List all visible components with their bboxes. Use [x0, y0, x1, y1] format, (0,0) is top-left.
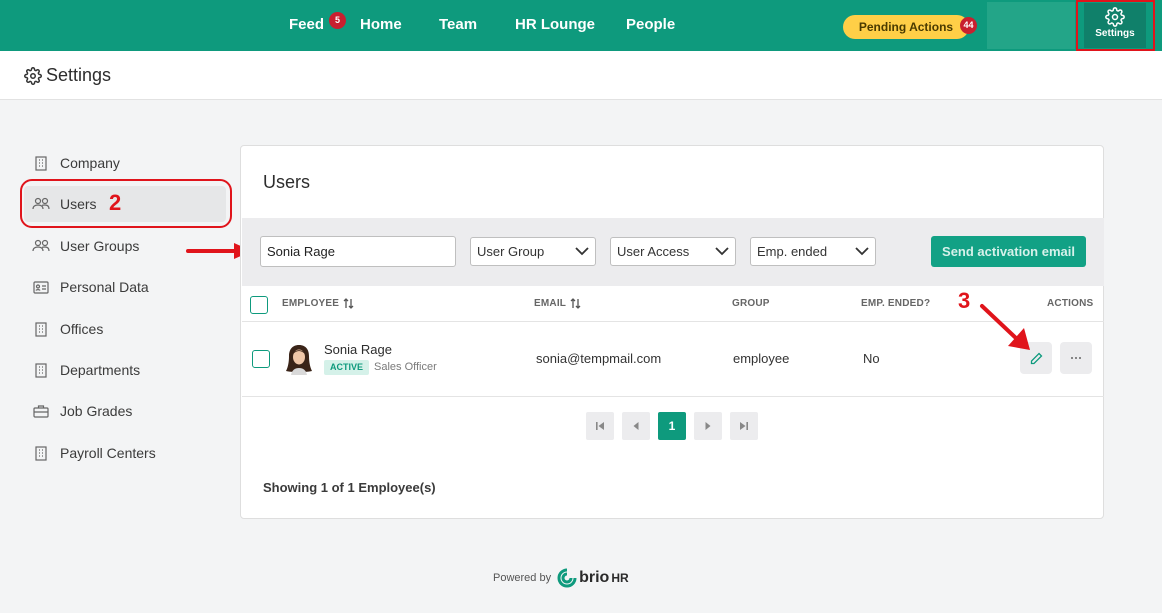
status-badge: ACTIVE	[324, 360, 370, 375]
id-card-icon	[32, 279, 50, 295]
column-header-emp-ended: EMP. ENDED?	[861, 298, 931, 309]
column-header-email[interactable]: EMAIL	[534, 298, 581, 309]
sidebar-item-user-groups[interactable]: User Groups	[32, 236, 139, 256]
annotation-number-3: 3	[958, 288, 971, 313]
annotation-arrow-edit	[980, 304, 1030, 350]
page-title: Settings	[24, 65, 111, 86]
ellipsis-icon	[1071, 357, 1081, 359]
emp-ended-select[interactable]: Emp. ended	[750, 237, 876, 266]
select-all-checkbox[interactable]	[250, 296, 268, 314]
building-icon	[32, 321, 50, 337]
send-activation-email-button[interactable]: Send activation email	[931, 236, 1086, 267]
divider	[242, 396, 1104, 397]
employee-role: Sales Officer	[374, 361, 437, 373]
employee-group: employee	[733, 351, 790, 366]
sort-icon	[570, 298, 581, 309]
brand-logo: brio HR	[557, 568, 629, 588]
building-icon	[32, 362, 50, 378]
employee-name[interactable]: Sonia Rage	[324, 342, 392, 357]
powered-by-label: Powered by	[493, 572, 552, 584]
sidebar-item-job-grades[interactable]: Job Grades	[32, 401, 132, 421]
chevron-right-icon	[705, 422, 711, 430]
column-header-label: EMPLOYEE	[282, 298, 340, 309]
user-access-select[interactable]: User Access	[610, 237, 736, 266]
sidebar-item-label: Job Grades	[60, 403, 133, 419]
sidebar-item-label: Personal Data	[60, 279, 149, 295]
sidebar-item-personal-data[interactable]: Personal Data	[32, 277, 149, 297]
employee-email: sonia@tempmail.com	[536, 351, 662, 366]
chevron-left-icon	[633, 422, 639, 430]
first-page-icon	[596, 422, 604, 430]
filter-bar: User Group User Access Emp. ended Send a…	[242, 218, 1104, 286]
column-header-actions: ACTIONS	[1047, 298, 1094, 309]
divider	[242, 321, 1104, 322]
sort-icon	[343, 298, 354, 309]
user-access-select-value: User Access	[617, 244, 690, 259]
top-navigation: Feed 5 Home Team HR Lounge People Pendin…	[0, 0, 1162, 51]
previous-page-button[interactable]	[622, 412, 650, 440]
chevron-down-icon	[575, 247, 589, 256]
results-count: Showing 1 of 1 Employee(s)	[263, 480, 436, 495]
sidebar-item-label: Offices	[60, 321, 104, 337]
chevron-down-icon	[715, 247, 729, 256]
brand-name: brio	[579, 569, 610, 586]
gear-icon	[24, 66, 42, 85]
page-header: Settings	[0, 51, 1162, 100]
page-title-text: Settings	[46, 65, 112, 85]
user-group-select-value: User Group	[477, 244, 545, 259]
first-page-button[interactable]	[586, 412, 614, 440]
feed-notification-badge: 5	[329, 12, 346, 29]
last-page-icon	[740, 422, 748, 430]
nav-home[interactable]: Home	[360, 16, 402, 33]
nav-people[interactable]: People	[626, 16, 675, 33]
briefcase-icon	[32, 403, 50, 419]
users-icon	[32, 238, 50, 254]
nav-team[interactable]: Team	[439, 16, 477, 33]
chevron-down-icon	[855, 247, 869, 256]
sidebar-item-users[interactable]: Users	[32, 194, 97, 214]
nav-feed[interactable]: Feed	[289, 16, 324, 33]
powered-by: Powered by brio HR	[493, 568, 629, 588]
users-title: Users	[263, 172, 311, 192]
employee-search-input[interactable]	[260, 236, 456, 267]
users-icon	[32, 196, 50, 212]
page-button-current[interactable]: 1	[658, 412, 686, 440]
building-icon	[32, 155, 50, 171]
row-checkbox[interactable]	[252, 350, 270, 368]
brio-logo-icon	[557, 568, 577, 588]
annotation-box-settings	[1076, 0, 1155, 51]
pending-count-badge: 44	[960, 17, 977, 34]
sidebar-item-label: Company	[60, 155, 120, 171]
sidebar-item-departments[interactable]: Departments	[32, 360, 140, 380]
sidebar-item-label: Payroll Centers	[60, 445, 156, 461]
employee-ended: No	[863, 351, 880, 366]
brand-suffix: HR	[611, 571, 629, 585]
next-page-button[interactable]	[694, 412, 722, 440]
sidebar-item-company[interactable]: Company	[32, 153, 120, 173]
nav-hr-lounge[interactable]: HR Lounge	[515, 16, 595, 33]
pending-actions-button[interactable]: Pending Actions	[843, 15, 969, 39]
emp-ended-select-value: Emp. ended	[757, 244, 828, 259]
column-header-employee[interactable]: EMPLOYEE	[282, 298, 354, 309]
sidebar-item-label: Users	[60, 196, 97, 212]
more-actions-button[interactable]	[1060, 342, 1092, 374]
column-header-group: GROUP	[732, 298, 770, 309]
building-icon	[32, 445, 50, 461]
user-group-select[interactable]: User Group	[470, 237, 596, 266]
users-panel: Users User Group User Access Emp. ended …	[240, 145, 1104, 519]
column-header-label: EMAIL	[534, 298, 567, 309]
avatar	[286, 345, 312, 375]
sidebar-item-label: User Groups	[60, 238, 140, 254]
nav-profile-area[interactable]	[987, 2, 1075, 49]
sidebar-item-label: Departments	[60, 362, 141, 378]
sidebar-item-payroll-centers[interactable]: Payroll Centers	[32, 443, 156, 463]
annotation-number-2: 2	[109, 190, 122, 215]
sidebar-item-offices[interactable]: Offices	[32, 319, 103, 339]
last-page-button[interactable]	[730, 412, 758, 440]
